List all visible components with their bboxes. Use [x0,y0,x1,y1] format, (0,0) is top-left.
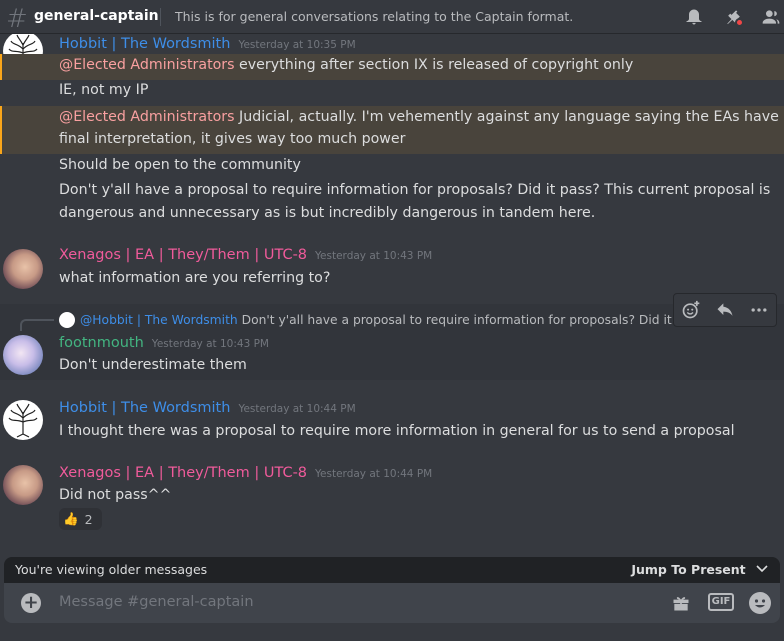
message-timestamp: Yesterday at 10:35 PM [238,39,356,51]
reply-avatar[interactable] [59,312,75,328]
message-author[interactable]: Hobbit | The Wordsmith Yesterday at 10:35… [59,36,356,52]
message-author[interactable]: Hobbit | The Wordsmith Yesterday at 10:44… [59,400,356,416]
avatar[interactable] [3,335,43,375]
reply-preview[interactable]: @Hobbit | The Wordsmith Don't y'all have… [80,313,676,327]
header-divider [160,8,161,26]
emoji-icon[interactable] [749,592,771,614]
bell-icon[interactable] [684,7,704,27]
message-text: final interpretation, it gives way too m… [59,131,406,147]
message-text: Did not pass^^ [59,487,172,503]
reaction-thumbs-up[interactable]: 👍 2 [59,508,102,530]
add-reaction-icon[interactable] [680,299,702,321]
message-timestamp: Yesterday at 10:43 PM [315,250,433,262]
pin-notification-badge [735,18,744,27]
message-timestamp: Yesterday at 10:43 PM [151,338,269,350]
thumbs-up-icon: 👍 [63,511,79,526]
gift-icon[interactable] [670,593,692,613]
message-text: dangerous and unnecessary as is but incr… [59,205,596,221]
avatar[interactable] [3,249,43,289]
message-text: IE, not my IP [59,82,149,98]
members-icon[interactable] [761,7,781,27]
message-text: what information are you referring to? [59,270,331,286]
message-actions-toolbar [673,293,777,327]
reply-icon[interactable] [714,299,736,321]
message-input[interactable]: Message #general-captain [59,594,254,610]
message-author[interactable]: footnmouth Yesterday at 10:43 PM [59,335,269,351]
older-messages-text: You're viewing older messages [15,562,208,577]
message-text: @Elected Administrators everything after… [59,57,634,73]
role-mention[interactable]: @Elected Administrators [59,109,235,125]
message-text: Should be open to the community [59,157,301,173]
reaction-count: 2 [84,511,93,527]
channel-name: general-captain [34,8,159,24]
message-text: @Elected Administrators Judicial, actual… [59,109,779,125]
avatar[interactable] [3,465,43,505]
older-messages-bar: You're viewing older messages Jump To Pr… [4,557,780,583]
mention-bar [0,106,2,154]
message-text: I thought there was a proposal to requir… [59,423,735,439]
mention-bar [0,54,2,80]
message-author[interactable]: Xenagos | EA | They/Them | UTC-8 Yesterda… [59,465,432,481]
channel-header: # general-captain This is for general co… [0,0,784,34]
message-author[interactable]: Xenagos | EA | They/Them | UTC-8 Yesterda… [59,247,432,263]
tree-icon [8,403,38,438]
message-list[interactable]: Hobbit | The Wordsmith Yesterday at 10:35… [0,34,784,559]
jump-to-present-button[interactable]: Jump To Present [631,562,768,577]
message-timestamp: Yesterday at 10:44 PM [315,468,433,480]
avatar[interactable] [3,400,43,440]
message-text: Don't underestimate them [59,357,247,373]
hash-icon: # [6,4,28,34]
plus-icon[interactable]: + [21,593,41,613]
message-input-container: + Message #general-captain GIF [4,583,780,623]
chevron-down-icon [756,565,768,573]
gif-icon[interactable]: GIF [708,593,734,611]
more-icon[interactable] [748,299,770,321]
message-timestamp: Yesterday at 10:44 PM [238,403,356,415]
role-mention[interactable]: @Elected Administrators [59,57,235,73]
channel-topic[interactable]: This is for general conversations relati… [175,9,573,24]
message-text: Don't y'all have a proposal to require i… [59,182,771,198]
reply-connector [20,319,54,331]
